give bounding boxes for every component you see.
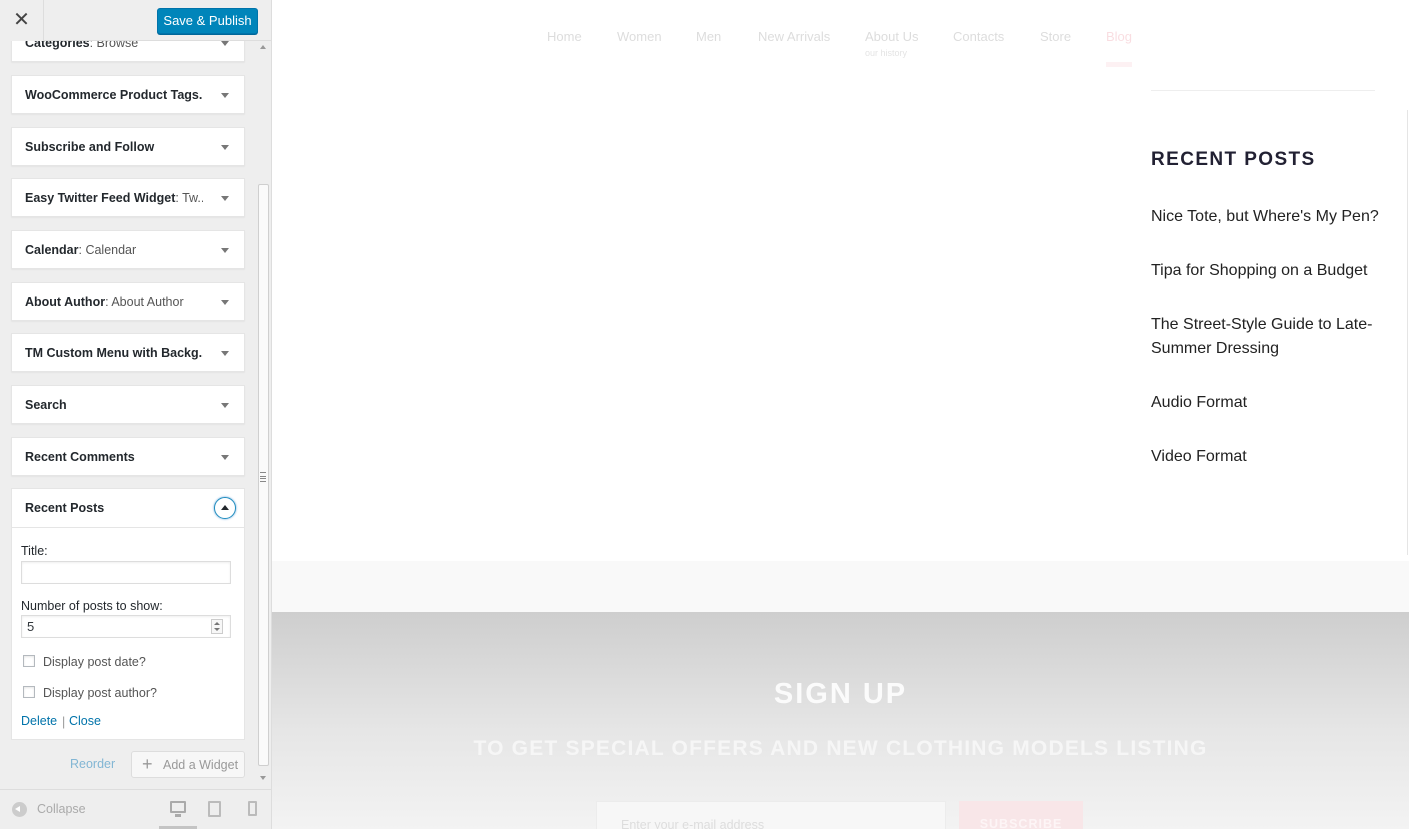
nav-new-arrivals[interactable]: New Arrivals	[758, 29, 830, 44]
collapse-arrow-icon[interactable]	[12, 802, 27, 817]
widget-title: Subscribe and Follow	[25, 140, 155, 154]
title-field-label: Title:	[21, 544, 48, 558]
widget-tm-custom-menu[interactable]: TM Custom Menu with Backg...	[11, 333, 245, 372]
subscribe-button[interactable]: SUBSCRIBE	[959, 801, 1083, 829]
widget-header[interactable]: Recent Posts	[12, 489, 244, 528]
site-preview: Home Women Men New Arrivals About Us our…	[272, 0, 1409, 829]
post-date-checkbox[interactable]	[23, 655, 35, 667]
separator: |	[62, 715, 66, 729]
add-widget-button[interactable]: + Add a Widget	[131, 751, 245, 778]
mobile-icon[interactable]	[248, 801, 257, 816]
widget-title: Recent Comments	[25, 450, 135, 464]
recent-post-link[interactable]: Nice Tote, but Where's My Pen?	[1151, 205, 1381, 229]
scrollbar[interactable]	[256, 41, 271, 787]
post-author-checkbox[interactable]	[23, 686, 35, 698]
nav-men[interactable]: Men	[696, 29, 721, 44]
chevron-down-icon[interactable]	[221, 403, 229, 408]
customizer-footer: Collapse	[0, 789, 271, 829]
widget-title: Easy Twitter Feed Widget: Tw...	[25, 191, 203, 205]
widget-title: TM Custom Menu with Backg...	[25, 346, 203, 360]
widgets-panel: Categories: Browse WooCommerce Product T…	[0, 0, 256, 790]
divider	[1151, 90, 1375, 91]
recent-post-link[interactable]: Video Format	[1151, 445, 1381, 469]
tablet-icon[interactable]	[208, 801, 221, 817]
widget-about-author[interactable]: About Author: About Author	[11, 282, 245, 321]
widget-subscribe-and-follow[interactable]: Subscribe and Follow	[11, 127, 245, 166]
widget-recent-comments[interactable]: Recent Comments	[11, 437, 245, 476]
post-author-label: Display post author?	[43, 686, 157, 700]
widget-calendar[interactable]: Calendar: Calendar	[11, 230, 245, 269]
desktop-icon[interactable]	[170, 801, 186, 817]
scroll-down-icon[interactable]	[260, 776, 266, 780]
nav-active-indicator	[1106, 62, 1132, 67]
recent-post-link[interactable]: The Street-Style Guide to Late-Summer Dr…	[1151, 313, 1381, 361]
nav-blog[interactable]: Blog	[1106, 29, 1132, 44]
chevron-down-icon[interactable]	[221, 41, 229, 46]
signup-title: SIGN UP	[773, 678, 908, 710]
widget-title: Calendar: Calendar	[25, 243, 137, 257]
chevron-up-icon[interactable]	[214, 497, 236, 519]
widget-woocommerce-product-tags[interactable]: WooCommerce Product Tags...	[11, 75, 245, 114]
recent-post-link[interactable]: Audio Format	[1151, 391, 1381, 415]
widget-title: About Author: About Author	[25, 295, 184, 309]
save-publish-button[interactable]: Save & Publish	[157, 8, 258, 34]
main-navigation: Home Women Men New Arrivals About Us our…	[272, 0, 1409, 80]
widget-recent-posts: Recent Posts Title: Number of posts to s…	[11, 488, 245, 740]
nav-about-us[interactable]: About Us	[865, 29, 918, 44]
customizer-sidebar: Categories: Browse WooCommerce Product T…	[0, 0, 272, 829]
close-icon[interactable]: ✕	[0, 0, 44, 41]
widget-title: Search	[25, 398, 67, 412]
widget-title: Recent Posts	[25, 501, 105, 515]
plus-icon: +	[142, 754, 153, 774]
add-widget-label: Add a Widget	[163, 758, 239, 772]
title-field[interactable]	[21, 561, 231, 584]
nav-home[interactable]: Home	[547, 29, 582, 44]
widget-easy-twitter-feed[interactable]: Easy Twitter Feed Widget: Tw...	[11, 178, 245, 217]
chevron-down-icon[interactable]	[221, 196, 229, 201]
count-field-label: Number of posts to show:	[21, 599, 163, 613]
widget-title: WooCommerce Product Tags...	[25, 88, 203, 102]
recent-posts-heading: RECENT POSTS	[1151, 149, 1316, 170]
signup-subtitle: TO GET SPECIAL OFFERS AND NEW CLOTHING M…	[473, 737, 1208, 760]
sidebar-border	[1407, 110, 1408, 555]
customizer-header: ✕ Save & Publish	[0, 0, 271, 41]
collapse-button[interactable]: Collapse	[37, 802, 86, 816]
reorder-link[interactable]: Reorder	[70, 757, 115, 771]
number-spinner-icon[interactable]	[211, 619, 223, 634]
scroll-up-icon[interactable]	[260, 45, 266, 49]
section-band	[272, 561, 1409, 613]
delete-link[interactable]: Delete	[21, 714, 57, 728]
nav-contacts[interactable]: Contacts	[953, 29, 1004, 44]
recent-post-link[interactable]: Tipa for Shopping on a Budget	[1151, 259, 1381, 283]
nav-about-us-subtitle: our history	[865, 48, 908, 58]
close-link[interactable]: Close	[69, 714, 101, 728]
widget-search[interactable]: Search	[11, 385, 245, 424]
nav-women[interactable]: Women	[617, 29, 662, 44]
chevron-down-icon[interactable]	[221, 300, 229, 305]
post-count-input[interactable]	[21, 615, 231, 638]
nav-store[interactable]: Store	[1040, 29, 1071, 44]
chevron-down-icon[interactable]	[221, 93, 229, 98]
chevron-down-icon[interactable]	[221, 145, 229, 150]
email-input[interactable]: Enter your e-mail address	[596, 801, 946, 829]
chevron-down-icon[interactable]	[221, 248, 229, 253]
chevron-down-icon[interactable]	[221, 455, 229, 460]
resize-grip-icon[interactable]	[260, 472, 266, 482]
post-date-label: Display post date?	[43, 655, 146, 669]
chevron-down-icon[interactable]	[221, 351, 229, 356]
signup-section: SIGN UP TO GET SPECIAL OFFERS AND NEW CL…	[272, 612, 1409, 829]
